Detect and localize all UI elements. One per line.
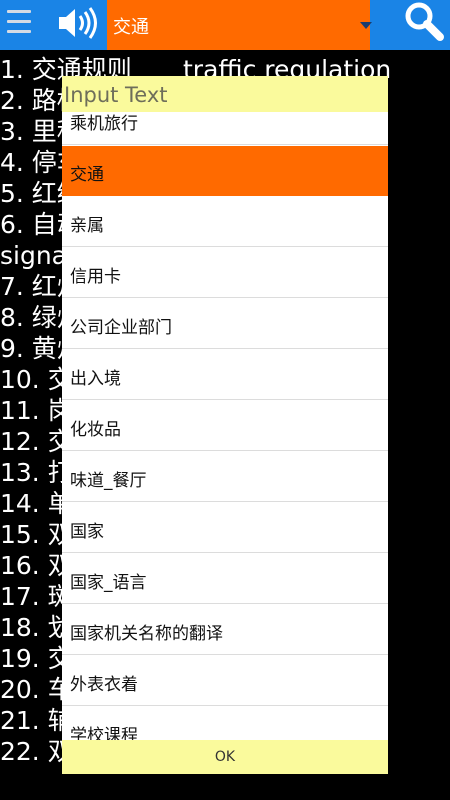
category-option-label: 外表衣着 <box>70 675 138 695</box>
category-option-label: 国家机关名称的翻译 <box>70 624 223 644</box>
category-option-label: 信用卡 <box>70 267 121 287</box>
category-option[interactable]: 公司企业部门 <box>62 299 388 349</box>
dropdown-caret-icon <box>360 22 372 29</box>
category-option[interactable]: 乘机旅行 <box>62 112 388 145</box>
category-option[interactable]: 国家_语言 <box>62 554 388 604</box>
category-option-list[interactable]: 乘机旅行交通亲属信用卡公司企业部门 出入境化妆品味道_餐厅国家国家_语言国家机关名… <box>62 112 388 740</box>
category-option[interactable]: 外表衣着 <box>62 656 388 706</box>
category-option-label: 化妆品 <box>70 420 121 440</box>
category-option-label: 国家 <box>70 522 104 542</box>
search-icon[interactable] <box>402 0 446 44</box>
category-option-label: 亲属 <box>70 216 104 236</box>
category-option-selected[interactable]: 交通 <box>62 146 388 196</box>
input-text-dialog: Input Text 乘机旅行交通亲属信用卡公司企业部门 出入境化妆品味道_餐厅国… <box>62 76 388 774</box>
category-option-label: 交通 <box>70 165 104 185</box>
ok-button[interactable]: OK <box>62 740 388 774</box>
category-option-label: 味道_餐厅 <box>70 471 147 491</box>
category-option-label: 乘机旅行 <box>70 114 138 134</box>
dialog-title: Input Text <box>62 76 388 112</box>
category-value: 交通 <box>113 17 149 38</box>
category-option[interactable]: 国家 <box>62 503 388 553</box>
category-option[interactable]: 出入境 <box>62 350 388 400</box>
category-option-label: 出入境 <box>70 369 121 389</box>
menu-icon[interactable] <box>4 4 34 44</box>
category-option-label: 学校课程 <box>70 726 138 740</box>
category-option[interactable]: 信用卡 <box>62 248 388 298</box>
category-dropdown[interactable]: 交通 <box>107 0 372 50</box>
category-option[interactable]: 学校课程 <box>62 707 388 740</box>
category-option[interactable]: 亲属 <box>62 197 388 247</box>
category-option-label: 公司企业部门 <box>70 318 172 338</box>
category-option[interactable]: 味道_餐厅 <box>62 452 388 502</box>
top-bar: 交通 <box>0 0 450 50</box>
category-option[interactable]: 国家机关名称的翻译 <box>62 605 388 655</box>
category-option-label: 国家_语言 <box>70 573 147 593</box>
dialog-button-bar: OK <box>62 740 388 774</box>
speaker-icon[interactable] <box>55 4 99 42</box>
category-option[interactable]: 化妆品 <box>62 401 388 451</box>
list-item-chinese: signa <box>0 241 68 270</box>
